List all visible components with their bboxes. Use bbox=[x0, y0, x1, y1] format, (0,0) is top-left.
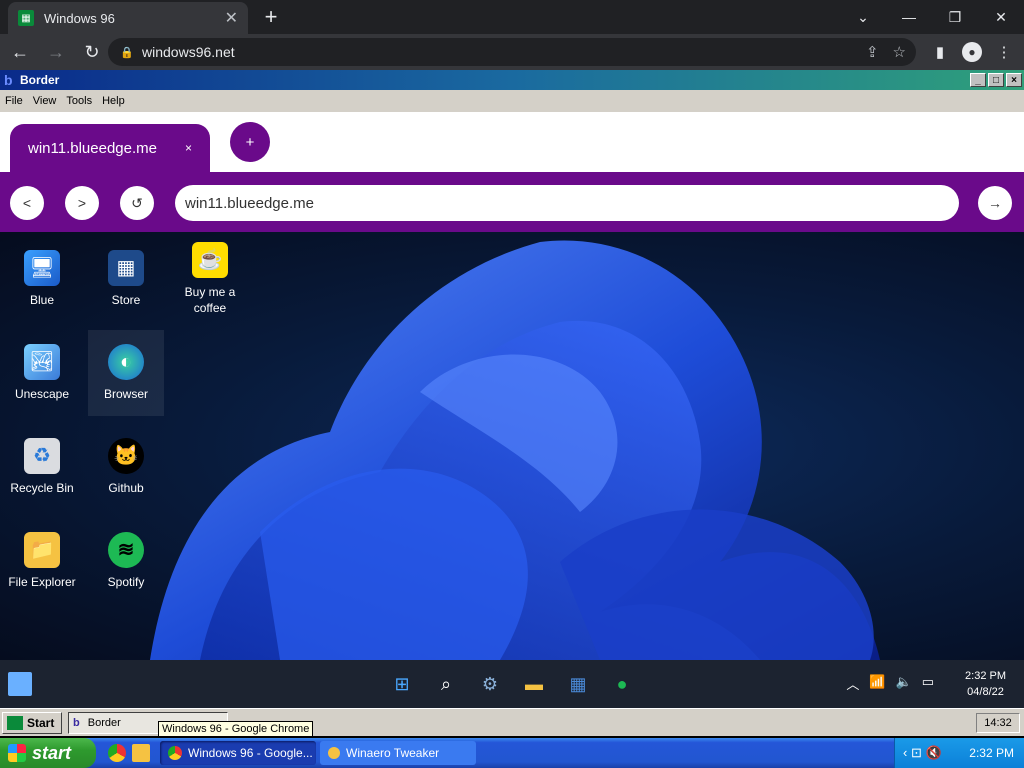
menu-file[interactable]: File bbox=[5, 95, 23, 107]
explorer-quicklaunch-icon[interactable] bbox=[132, 744, 150, 762]
address-bar-url: windows96.net bbox=[142, 44, 235, 60]
restore-button[interactable]: ❐ bbox=[932, 0, 978, 34]
new-tab-button[interactable]: + bbox=[258, 4, 284, 30]
blueedge-tab[interactable]: win11.blueedge.me × bbox=[10, 124, 210, 172]
spotify-icon: ≋ bbox=[108, 532, 144, 568]
xp-task-chrome[interactable]: Windows 96 - Google... bbox=[160, 741, 316, 765]
desktop-icon-github[interactable]: 🐱 Github bbox=[88, 438, 164, 496]
blueedge-reload-button[interactable]: ↺ bbox=[120, 186, 154, 220]
blueedge-back-button[interactable]: < bbox=[10, 186, 44, 220]
widgets-icon[interactable] bbox=[8, 672, 32, 696]
win11-clock[interactable]: 2:32 PM 04/8/22 bbox=[965, 668, 1006, 700]
blueedge-go-button[interactable]: → bbox=[978, 186, 1012, 220]
border-task-icon: b bbox=[73, 717, 80, 729]
chrome-task-icon bbox=[168, 746, 182, 760]
xp-system-tray: ‹ ⊡ 🔇 2:32 PM bbox=[894, 738, 1024, 768]
store-taskbar-icon[interactable]: ▦ bbox=[564, 670, 592, 698]
xp-start-button[interactable]: start bbox=[0, 738, 96, 768]
spotify-taskbar-icon[interactable]: ● bbox=[608, 670, 636, 698]
w96-minimize-button[interactable]: _ bbox=[970, 73, 986, 87]
search-icon[interactable]: ⌕ bbox=[432, 670, 460, 698]
blueedge-url-input[interactable]: win11.blueedge.me bbox=[175, 185, 959, 221]
menu-view[interactable]: View bbox=[33, 95, 57, 107]
w96-window-titlebar[interactable]: b Border _ □ × bbox=[0, 70, 1024, 90]
w96-menubar: File View Tools Help bbox=[0, 90, 1024, 112]
windows96-favicon-icon: ▦ bbox=[18, 10, 34, 26]
xp-task-winaero[interactable]: Winaero Tweaker bbox=[320, 741, 476, 765]
w96-taskbar: Start b Border 14:32 bbox=[0, 708, 1024, 736]
win11-system-tray: ︿ 📶 🔈 ▭ bbox=[846, 674, 934, 693]
win11-taskbar: ⊞ ⌕ ⚙ ▬ ▦ ● ︿ 📶 🔈 ▭ 2:32 PM 04/8/22 bbox=[0, 660, 1024, 708]
desktop-icon-spotify[interactable]: ≋ Spotify bbox=[88, 532, 164, 590]
close-window-button[interactable]: ✕ bbox=[978, 0, 1024, 34]
folder-icon: 📁 bbox=[24, 532, 60, 568]
desktop-icon-recycle-bin[interactable]: ♻ Recycle Bin bbox=[4, 438, 80, 496]
back-arrow-icon[interactable]: ← bbox=[4, 36, 36, 68]
bookmark-star-icon[interactable]: ☆ bbox=[893, 43, 906, 61]
forward-arrow-icon[interactable]: → bbox=[40, 36, 72, 68]
chrome-tab[interactable]: ▦ Windows 96 ✕ bbox=[8, 2, 248, 34]
menu-help[interactable]: Help bbox=[102, 95, 125, 107]
edge-browser-icon: ◐ bbox=[108, 344, 144, 380]
w96-start-icon bbox=[7, 716, 23, 730]
windows-flag-icon bbox=[8, 744, 26, 762]
blueedge-tab-close-icon[interactable]: × bbox=[185, 141, 192, 155]
blueedge-tab-title: win11.blueedge.me bbox=[28, 139, 157, 157]
volume-icon[interactable]: 🔈 bbox=[896, 674, 912, 693]
address-bar[interactable]: 🔒 windows96.net ⇪ ☆ bbox=[108, 38, 916, 66]
share-icon[interactable]: ⇪ bbox=[866, 43, 879, 61]
github-icon: 🐱 bbox=[108, 438, 144, 474]
xp-clock: 2:32 PM bbox=[969, 746, 1014, 760]
side-panel-icon[interactable]: ▮ bbox=[926, 38, 954, 66]
xp-tray-icons[interactable]: ‹ ⊡ 🔇 bbox=[895, 745, 942, 761]
w96-clock: 14:32 bbox=[976, 713, 1020, 733]
close-tab-icon[interactable]: ✕ bbox=[225, 8, 238, 28]
win11-desktop: 🖥 Blue ▦ Store ☕ Buy me a coffee 🏞 Unesc… bbox=[0, 232, 1024, 660]
coffee-cup-icon: ☕ bbox=[192, 242, 228, 278]
wifi-icon[interactable]: 📶 bbox=[869, 674, 885, 693]
w96-start-button[interactable]: Start bbox=[2, 712, 62, 734]
w96-close-button[interactable]: × bbox=[1006, 73, 1022, 87]
tray-chevron-up-icon[interactable]: ︿ bbox=[846, 674, 859, 693]
menu-kebab-icon[interactable]: ⋮ bbox=[990, 38, 1018, 66]
desktop-icon-blue[interactable]: 🖥 Blue bbox=[4, 250, 80, 308]
chrome-tabstrip: ▦ Windows 96 ✕ + ⌄ — ❐ ✕ bbox=[0, 0, 1024, 34]
blueedge-forward-button[interactable]: > bbox=[65, 186, 99, 220]
recycle-bin-icon: ♻ bbox=[24, 438, 60, 474]
store-icon: ▦ bbox=[108, 250, 144, 286]
blueedge-new-tab-button[interactable]: + bbox=[230, 122, 270, 162]
xp-taskbar: start Windows 96 - Google... Winaero Twe… bbox=[0, 738, 1024, 768]
chrome-tooltip: Windows 96 - Google Chrome bbox=[158, 721, 314, 737]
desktop-icon-browser[interactable]: ◐ Browser bbox=[88, 330, 164, 416]
chrome-tab-title: Windows 96 bbox=[44, 10, 115, 26]
w96-maximize-button[interactable]: □ bbox=[988, 73, 1004, 87]
lock-icon[interactable]: 🔒 bbox=[120, 46, 134, 59]
chrome-quicklaunch-icon[interactable] bbox=[108, 744, 126, 762]
blueedge-tabbar: win11.blueedge.me × + bbox=[0, 112, 1024, 172]
unescape-icon: 🏞 bbox=[24, 344, 60, 380]
minimize-button[interactable]: — bbox=[886, 0, 932, 34]
window-controls: ⌄ — ❐ ✕ bbox=[840, 0, 1024, 34]
border-app-icon: b bbox=[4, 72, 13, 88]
tab-search-icon[interactable]: ⌄ bbox=[840, 0, 886, 34]
blue-computer-icon: 🖥 bbox=[24, 250, 60, 286]
w96-window-title: Border bbox=[20, 73, 60, 87]
file-explorer-taskbar-icon[interactable]: ▬ bbox=[520, 670, 548, 698]
blueedge-navbar: < > ↺ win11.blueedge.me → bbox=[0, 172, 1024, 232]
battery-icon[interactable]: ▭ bbox=[922, 674, 934, 693]
settings-gear-icon[interactable]: ⚙ bbox=[476, 670, 504, 698]
chrome-toolbar: ← → ↻ 🔒 windows96.net ⇪ ☆ ▮ ● ⋮ bbox=[0, 34, 1024, 70]
desktop-icon-file-explorer[interactable]: 📁 File Explorer bbox=[4, 532, 80, 590]
profile-avatar-icon[interactable]: ● bbox=[962, 42, 982, 62]
winaero-task-icon bbox=[328, 747, 340, 759]
desktop-icon-store[interactable]: ▦ Store bbox=[88, 250, 164, 308]
reload-icon[interactable]: ↻ bbox=[76, 36, 108, 68]
desktop-icon-unescape[interactable]: 🏞 Unescape bbox=[4, 344, 80, 402]
desktop-icon-buy-me-a-coffee[interactable]: ☕ Buy me a coffee bbox=[172, 242, 248, 316]
windows-start-icon[interactable]: ⊞ bbox=[388, 670, 416, 698]
menu-tools[interactable]: Tools bbox=[66, 95, 92, 107]
